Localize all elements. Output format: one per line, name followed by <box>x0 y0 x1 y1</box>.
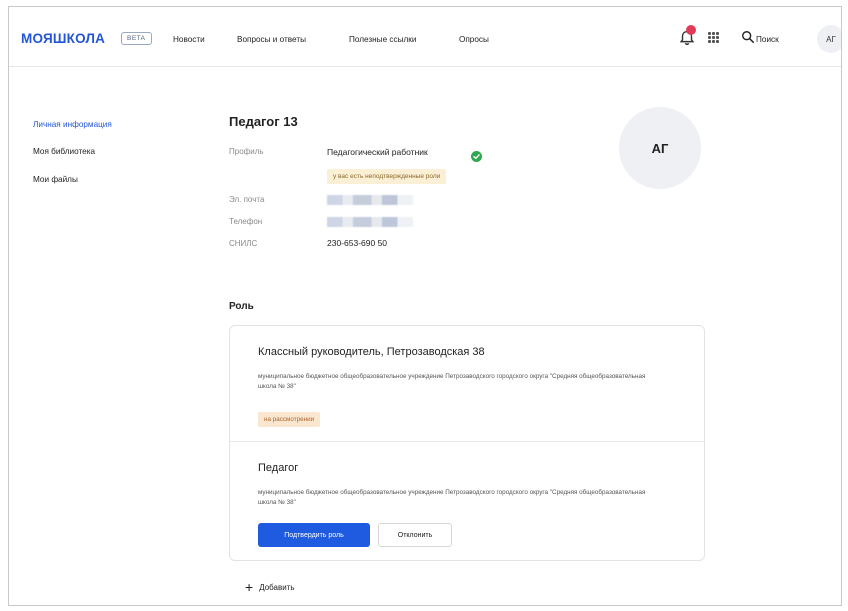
sidebar-item-library[interactable]: Моя библиотека <box>33 147 95 156</box>
app-window: МОЯШКОЛА BETA Новости Вопросы и ответы П… <box>8 6 842 606</box>
site-logo[interactable]: МОЯШКОЛА <box>21 31 105 46</box>
role-title: Классный руководитель, Петрозаводская 38 <box>258 346 485 358</box>
role-section-title: Роль <box>229 301 254 312</box>
phone-label: Телефон <box>229 217 263 226</box>
unconfirmed-roles-warning: у вас есть неподтвержденные роли <box>327 169 447 184</box>
role-description: муниципальное бюджетное общеобразователь… <box>258 489 646 506</box>
snils-value: 230-653-690 50 <box>327 238 388 248</box>
search-icon[interactable] <box>741 30 755 44</box>
divider <box>230 441 704 442</box>
search-label[interactable]: Поиск <box>756 35 779 44</box>
sidebar-item-files[interactable]: Мои файлы <box>33 175 78 184</box>
add-role-button[interactable]: + Добавить <box>245 579 295 595</box>
profile-avatar[interactable]: АГ <box>619 107 701 189</box>
nav-faq[interactable]: Вопросы и ответы <box>237 35 306 44</box>
profile-value: Педагогический работник <box>327 147 428 157</box>
email-label: Эл. почта <box>229 195 265 204</box>
role-title: Педагог <box>258 462 299 474</box>
nav-useful-links[interactable]: Полезные ссылки <box>349 35 416 44</box>
sidebar-item-personal-info[interactable]: Личная информация <box>33 120 112 129</box>
nav-polls[interactable]: Опросы <box>459 35 489 44</box>
page-title: Педагог 13 <box>229 114 298 129</box>
role-status-badge: на рассмотрении <box>258 412 321 427</box>
phone-value-redacted <box>327 217 413 227</box>
beta-badge: BETA <box>121 32 152 45</box>
nav-news[interactable]: Новости <box>173 35 205 44</box>
add-role-label: Добавить <box>259 582 295 592</box>
reject-role-button[interactable]: Отклонить <box>378 523 452 547</box>
profile-label: Профиль <box>229 147 264 156</box>
role-description: муниципальное бюджетное общеобразователь… <box>258 373 646 390</box>
notification-badge <box>686 25 696 35</box>
apps-grid-icon[interactable] <box>708 32 719 43</box>
user-avatar[interactable]: АГ <box>817 25 841 53</box>
roles-card: Классный руководитель, Петрозаводская 38… <box>229 325 705 561</box>
confirm-role-button[interactable]: Подтвердить роль <box>258 523 370 547</box>
email-value-redacted <box>327 195 413 205</box>
top-header: МОЯШКОЛА BETA Новости Вопросы и ответы П… <box>9 7 841 67</box>
snils-label: СНИЛС <box>229 239 258 248</box>
plus-icon: + <box>245 579 254 595</box>
check-circle-icon <box>471 151 482 162</box>
